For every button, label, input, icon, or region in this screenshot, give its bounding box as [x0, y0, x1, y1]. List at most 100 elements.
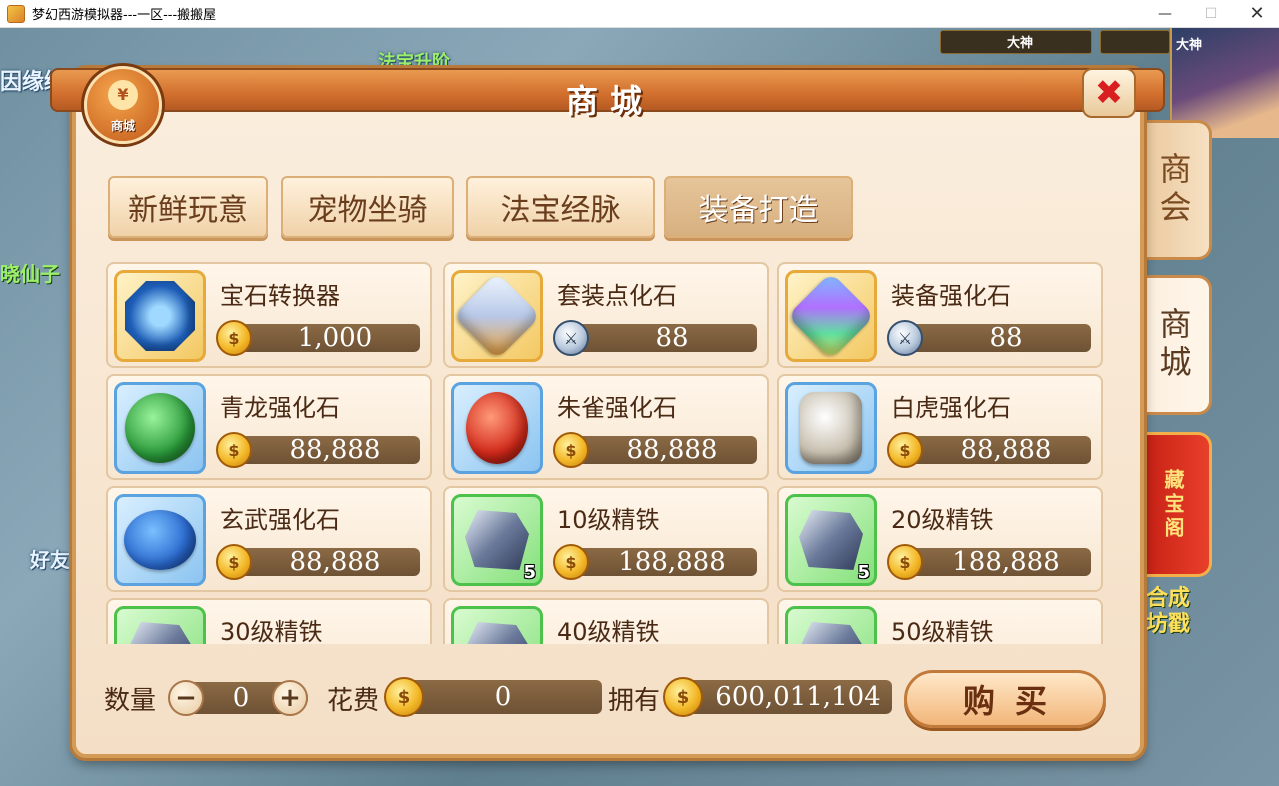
item-icon-frame: 5: [451, 494, 543, 586]
item-icon-frame: [451, 382, 543, 474]
item-price: 88,888: [960, 435, 1052, 465]
category-tab-treasures-meridians[interactable]: 法宝经脉: [466, 176, 655, 238]
item-price-bar: 88,888: [573, 435, 757, 465]
gold-coin-icon: $: [887, 432, 923, 468]
gold-coin-icon: $: [216, 432, 252, 468]
item-name: 青龙强化石: [220, 394, 340, 422]
silver-sword-coin-icon: ⚔: [553, 320, 589, 356]
gold-coin-icon: $: [216, 544, 252, 580]
shop-item-card[interactable]: 装备强化石 88 ⚔: [777, 262, 1103, 368]
side-tab-treasure-pavilion[interactable]: 藏宝阁: [1138, 432, 1212, 577]
close-icon: ✖: [1094, 73, 1124, 113]
bg-friends-label[interactable]: 好友: [30, 544, 70, 573]
cost-label: 花费: [327, 686, 380, 716]
item-name: 白虎强化石: [891, 394, 1011, 422]
shop-item-card[interactable]: 30级精铁$: [106, 598, 432, 644]
category-tab-pets-mounts[interactable]: 宠物坐骑: [281, 176, 454, 238]
item-name: 套装点化石: [557, 282, 677, 310]
item-price: 88: [989, 323, 1023, 353]
party-member-bar-1[interactable]: 大神: [940, 30, 1092, 54]
app-icon: [7, 4, 25, 23]
item-price-bar: 88,888: [236, 547, 420, 577]
maximize-button[interactable]: ☐: [1188, 0, 1234, 27]
side-tab-chamber[interactable]: 商会: [1138, 120, 1212, 260]
item-grid[interactable]: 宝石转换器 1,000 $ 套装点化石 88 ⚔ 装备强化石 88 ⚔ 青龙强化石 88,888 $ 朱…: [106, 262, 1106, 644]
item-icon-frame: [114, 382, 206, 474]
item-price-bar: 188,888: [907, 547, 1091, 577]
gold-coin-icon: $: [553, 432, 589, 468]
money-bag-icon: ¥: [108, 80, 138, 110]
bg-right-label-2[interactable]: 坊戳: [1146, 606, 1190, 638]
window-title-bar: 梦幻西游模拟器---一区---搬搬屋 — ☐ ✕: [0, 0, 1279, 28]
item-price-bar: 1,000: [236, 323, 420, 353]
shop-item-card[interactable]: 40级精铁$: [443, 598, 769, 644]
iron-ingot-icon: [128, 622, 192, 644]
black-tortoise-stone-icon: [124, 510, 196, 570]
window-close-button[interactable]: ✕: [1234, 0, 1279, 27]
iron-ingot-icon: [799, 510, 863, 570]
window-title: 梦幻西游模拟器---一区---搬搬屋: [32, 8, 217, 23]
item-price: 1,000: [297, 323, 373, 353]
item-price-bar: 88,888: [907, 435, 1091, 465]
quantity-label: 数量: [104, 686, 157, 716]
iron-ingot-icon: [465, 622, 529, 644]
side-tab-mall[interactable]: 商城: [1138, 275, 1212, 415]
item-icon-frame: [114, 270, 206, 362]
item-name: 装备强化石: [891, 282, 1011, 310]
item-price-bar: 88: [573, 323, 757, 353]
gold-coin-icon: $: [553, 544, 589, 580]
shop-item-card[interactable]: 玄武强化石 88,888 $: [106, 486, 432, 592]
item-price: 88,888: [626, 435, 718, 465]
shop-item-card[interactable]: 朱雀强化石 88,888 $: [443, 374, 769, 480]
shop-item-card[interactable]: 5 10级精铁 188,888 $: [443, 486, 769, 592]
category-tab-novelties[interactable]: 新鲜玩意: [108, 176, 268, 238]
party-member-bar-2[interactable]: [1100, 30, 1170, 54]
category-tab-equipment-forging[interactable]: 装备打造: [664, 176, 853, 238]
gold-coin-icon: $: [887, 544, 923, 580]
item-icon-frame: [785, 382, 877, 474]
shop-item-card[interactable]: 套装点化石 88 ⚔: [443, 262, 769, 368]
item-icon-frame: [785, 270, 877, 362]
rainbow-stone-icon: [787, 272, 875, 360]
iron-ingot-icon: [465, 510, 529, 570]
item-stack-count: 5: [857, 562, 870, 583]
item-price: 88,888: [289, 547, 381, 577]
item-name: 40级精铁: [557, 618, 660, 644]
shop-item-card[interactable]: 宝石转换器 1,000 $: [106, 262, 432, 368]
item-icon-frame: [114, 606, 206, 644]
iron-ingot-icon: [799, 622, 863, 644]
item-price: 88: [655, 323, 689, 353]
bagua-gem-icon: [125, 281, 195, 351]
quantity-plus-button[interactable]: +: [272, 680, 308, 716]
item-price-bar: 88: [907, 323, 1091, 353]
shop-item-card[interactable]: 50级精铁$: [777, 598, 1103, 644]
white-tiger-stone-icon: [800, 392, 862, 464]
quantity-value[interactable]: 0: [206, 682, 276, 714]
shop-title: 商城: [565, 82, 654, 120]
item-name: 朱雀强化石: [557, 394, 677, 422]
item-name: 玄武强化石: [220, 506, 340, 534]
item-name: 30级精铁: [220, 618, 323, 644]
shop-item-card[interactable]: 青龙强化石 88,888 $: [106, 374, 432, 480]
owned-value: 600,011,104: [715, 682, 881, 712]
shop-badge-label: 商城: [110, 119, 135, 133]
rank-label-1: 大神: [1006, 36, 1033, 51]
red-phoenix-stone-icon: [466, 392, 528, 464]
item-price-bar: 188,888: [573, 547, 757, 577]
quantity-minus-button[interactable]: −: [168, 680, 204, 716]
shop-item-card[interactable]: 白虎强化石 88,888 $: [777, 374, 1103, 480]
item-name: 10级精铁: [557, 506, 660, 534]
item-icon-frame: 5: [785, 494, 877, 586]
item-stack-count: 5: [523, 562, 536, 583]
buy-button[interactable]: 购买: [904, 670, 1106, 728]
cost-bar: 0: [404, 680, 602, 714]
item-icon-frame: [785, 606, 877, 644]
gold-coin-icon: $: [216, 320, 252, 356]
item-icon-frame: [114, 494, 206, 586]
shop-item-card[interactable]: 5 20级精铁 188,888 $: [777, 486, 1103, 592]
shop-close-button[interactable]: ✖: [1082, 68, 1136, 118]
item-name: 50级精铁: [891, 618, 994, 644]
minimize-button[interactable]: —: [1142, 0, 1188, 27]
item-price: 188,888: [952, 547, 1060, 577]
silver-sword-coin-icon: ⚔: [887, 320, 923, 356]
